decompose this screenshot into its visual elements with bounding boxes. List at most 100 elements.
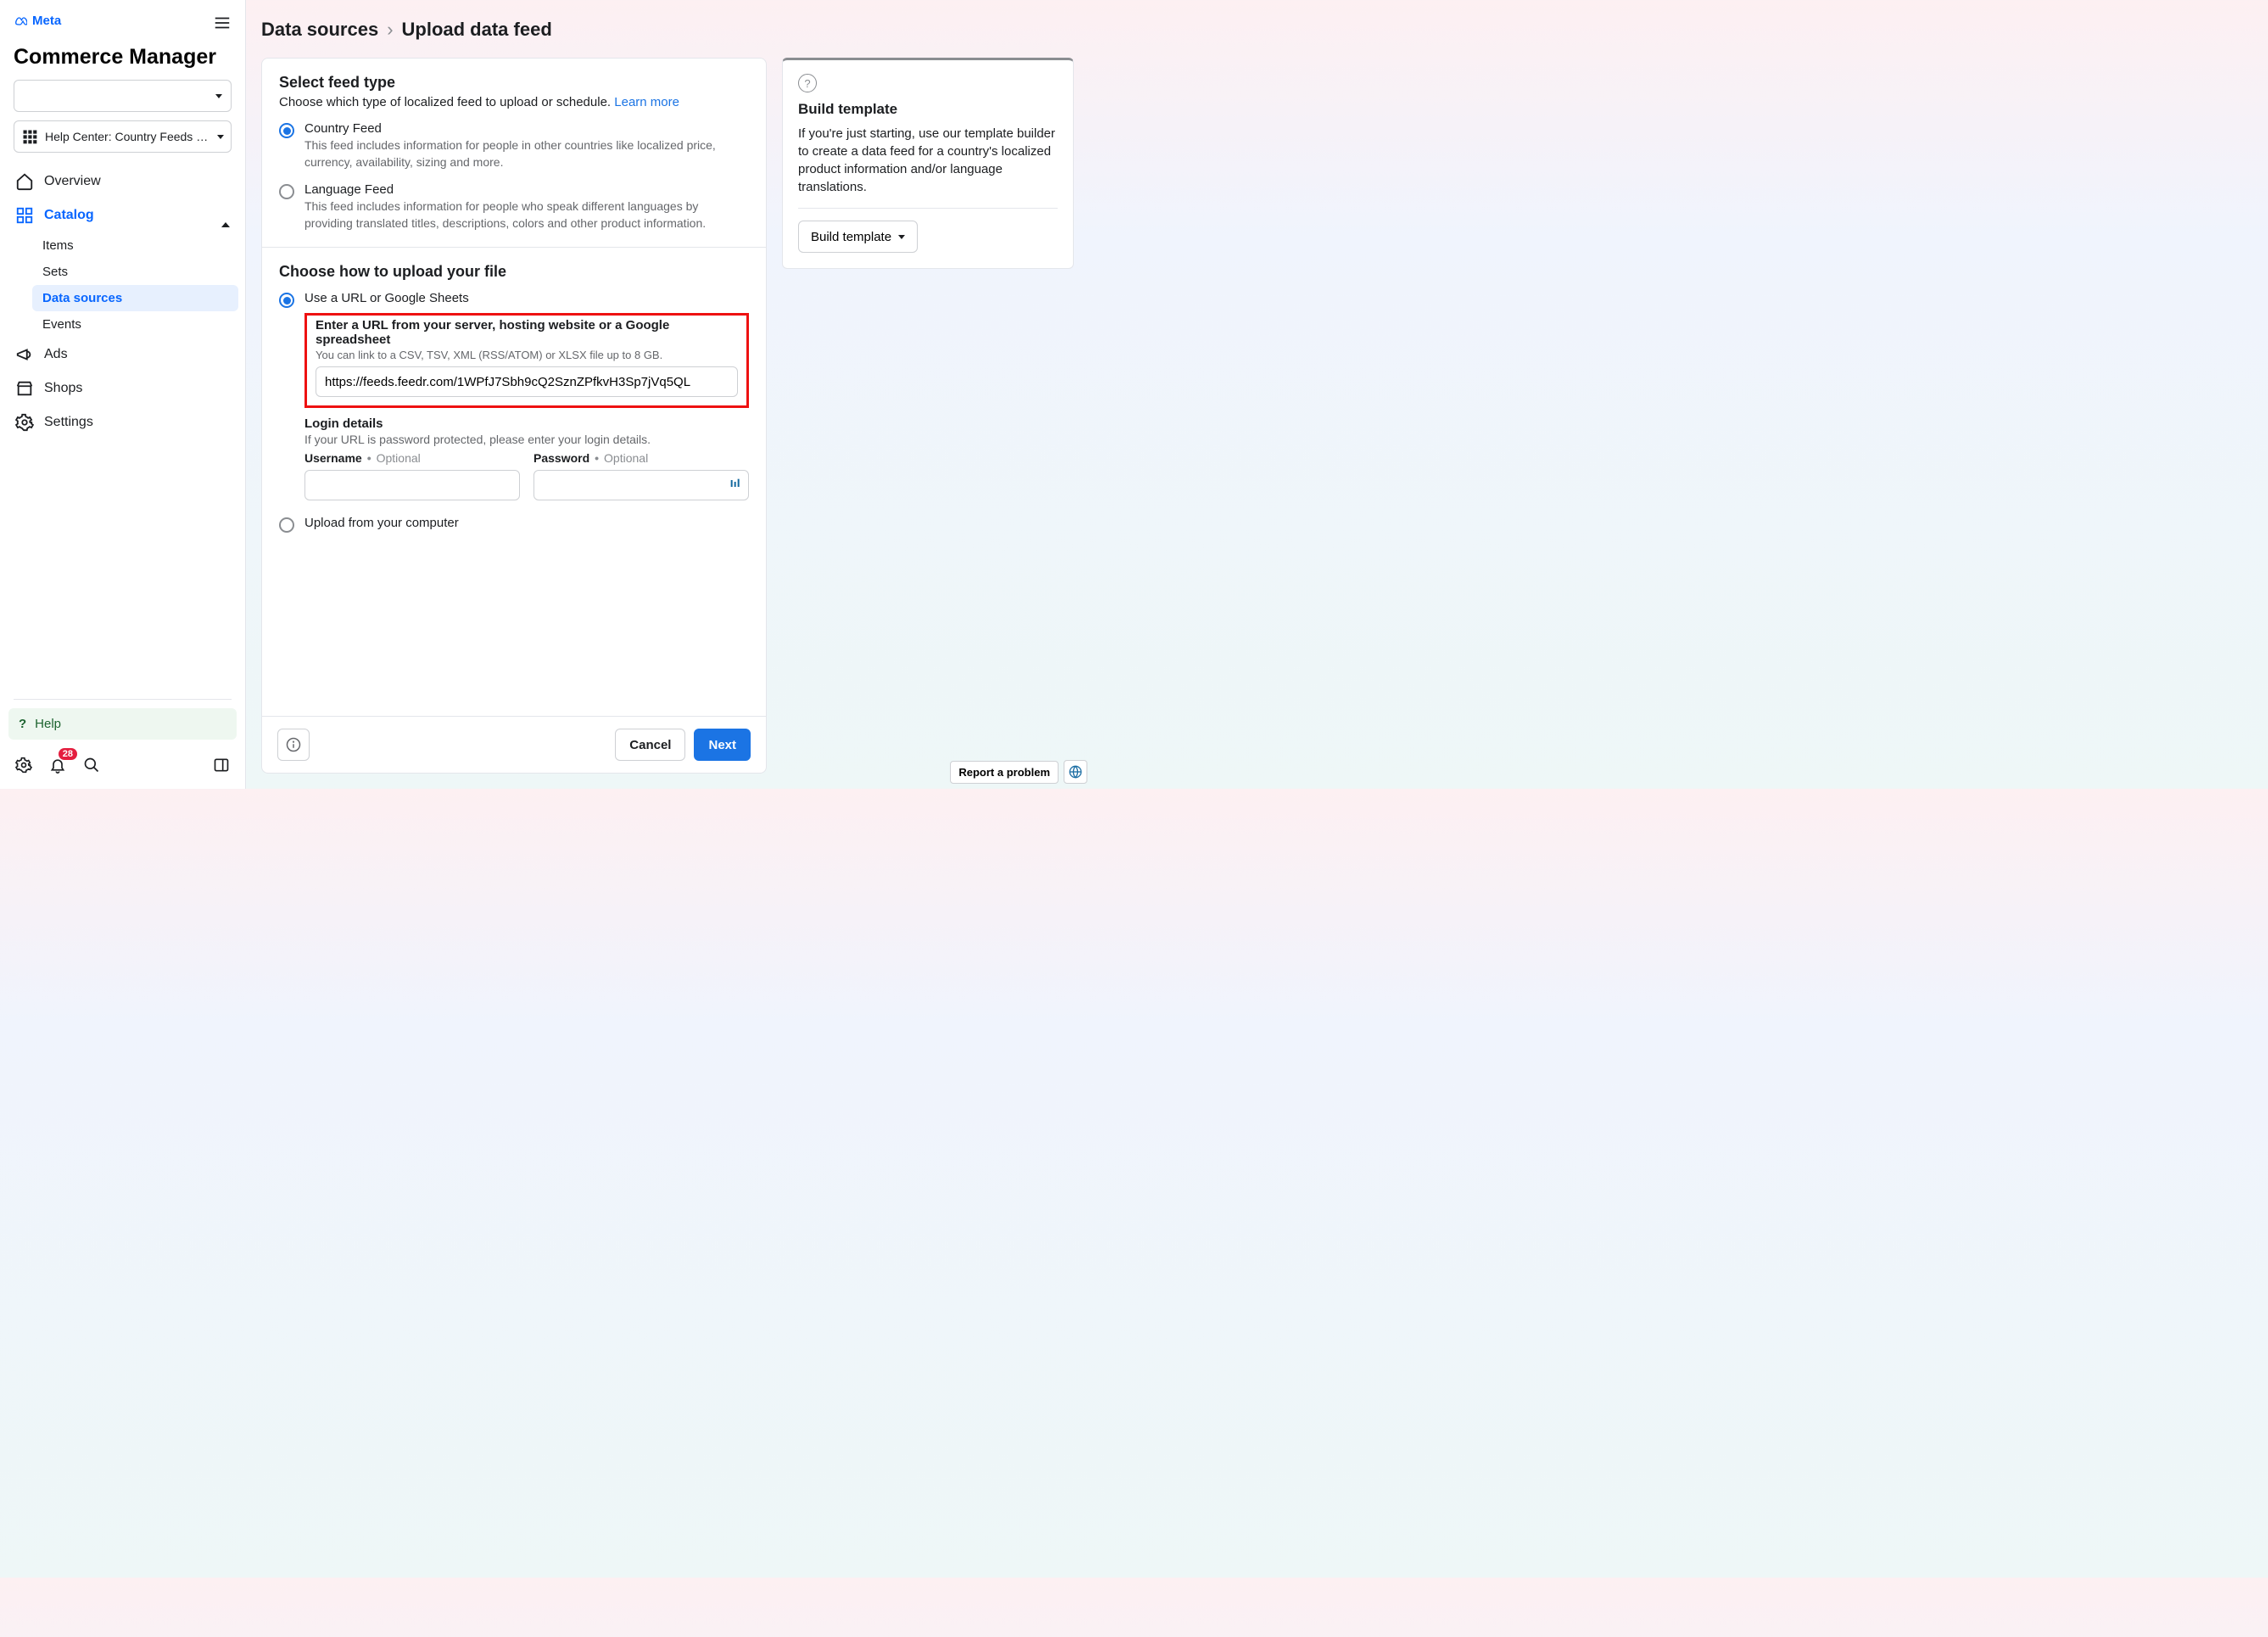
- radio-input[interactable]: [279, 123, 294, 138]
- build-template-button[interactable]: Build template: [798, 221, 918, 253]
- sidebar-item-ads[interactable]: Ads: [7, 338, 238, 372]
- breadcrumb-current: Upload data feed: [402, 19, 552, 41]
- sidebar-catalog-submenu: Items Sets Data sources Events: [7, 232, 238, 338]
- gear-icon: [15, 413, 34, 432]
- section-subtitle: Choose which type of localized feed to u…: [279, 95, 749, 109]
- radio-label: Language Feed: [304, 182, 749, 197]
- button-label: Build template: [811, 230, 891, 244]
- url-block-note: You can link to a CSV, TSV, XML (RSS/ATO…: [316, 349, 738, 361]
- main-area: Data sources › Upload data feed Select f…: [246, 0, 1092, 789]
- cancel-button[interactable]: Cancel: [615, 729, 685, 761]
- next-button[interactable]: Next: [694, 729, 751, 761]
- meta-logo: Meta: [14, 14, 61, 28]
- megaphone-icon: [15, 345, 34, 364]
- label-text: Username: [304, 451, 362, 465]
- settings-gear-icon[interactable]: [12, 753, 36, 777]
- sidebar-label: Ads: [44, 347, 68, 362]
- password-manager-icon[interactable]: [729, 477, 742, 493]
- url-entry-block: Enter a URL from your server, hosting we…: [304, 313, 749, 408]
- username-input[interactable]: [304, 470, 520, 500]
- globe-icon[interactable]: [1064, 760, 1087, 784]
- storefront-icon: [15, 379, 34, 398]
- choose-upload-section: Choose how to upload your file Use a URL…: [262, 247, 766, 548]
- help-circle-icon: ?: [798, 74, 817, 92]
- section-title: Choose how to upload your file: [279, 263, 749, 281]
- chevron-down-icon: [215, 94, 222, 98]
- chevron-down-icon: [217, 135, 224, 139]
- login-title: Login details: [304, 416, 749, 431]
- notifications-icon[interactable]: 28: [46, 753, 70, 777]
- sidebar-item-events[interactable]: Events: [32, 311, 238, 338]
- radio-label: Upload from your computer: [304, 516, 749, 530]
- upload-feed-card: Select feed type Choose which type of lo…: [261, 58, 767, 774]
- optional-text: Optional: [604, 451, 648, 465]
- meta-infinity-icon: [14, 14, 27, 28]
- radio-description: This feed includes information for peopl…: [304, 137, 749, 170]
- optional-text: Optional: [377, 451, 421, 465]
- url-block-title: Enter a URL from your server, hosting we…: [316, 318, 738, 347]
- section-subtitle-text: Choose which type of localized feed to u…: [279, 95, 611, 109]
- sidebar-label: Catalog: [44, 208, 94, 223]
- app-title: Commerce Manager: [0, 42, 245, 80]
- grid-icon: [21, 128, 38, 145]
- sidebar-item-catalog[interactable]: Catalog: [7, 198, 238, 232]
- radio-input[interactable]: [279, 517, 294, 533]
- sidebar-label: Shops: [44, 381, 82, 396]
- chevron-down-icon: [898, 235, 905, 239]
- username-label: Username • Optional: [304, 451, 520, 465]
- sidebar-item-overview[interactable]: Overview: [7, 165, 238, 198]
- aside-body: If you're just starting, use our templat…: [798, 125, 1058, 196]
- card-footer: Cancel Next: [262, 716, 766, 773]
- catalog-selector-label: Help Center: Country Feeds …: [45, 130, 210, 143]
- password-input[interactable]: [533, 470, 749, 500]
- sidebar-item-settings[interactable]: Settings: [7, 405, 238, 439]
- search-icon[interactable]: [80, 753, 103, 777]
- password-label: Password • Optional: [533, 451, 749, 465]
- help-label: Help: [35, 717, 61, 731]
- section-title: Select feed type: [279, 74, 749, 92]
- radio-language-feed[interactable]: Language Feed This feed includes informa…: [279, 182, 749, 232]
- aside-title: Build template: [798, 101, 1058, 118]
- hamburger-icon[interactable]: [213, 14, 232, 36]
- business-selector[interactable]: [14, 80, 232, 112]
- radio-description: This feed includes information for peopl…: [304, 198, 749, 232]
- breadcrumb: Data sources › Upload data feed: [261, 19, 552, 41]
- help-button[interactable]: ? Help: [8, 708, 237, 740]
- radio-input[interactable]: [279, 184, 294, 199]
- notifications-badge: 28: [59, 748, 77, 760]
- breadcrumb-root[interactable]: Data sources: [261, 19, 378, 41]
- radio-label: Country Feed: [304, 121, 749, 136]
- catalog-selector[interactable]: Help Center: Country Feeds …: [14, 120, 232, 153]
- build-template-card: ? Build template If you're just starting…: [782, 58, 1074, 269]
- question-icon: ?: [19, 717, 26, 731]
- learn-more-link[interactable]: Learn more: [614, 95, 679, 109]
- info-icon[interactable]: [277, 729, 310, 761]
- sidebar-label: Settings: [44, 415, 93, 430]
- panel-toggle-icon[interactable]: [209, 753, 233, 777]
- sidebar: Meta Commerce Manager Help Center: Count…: [0, 0, 246, 789]
- catalog-icon: [15, 206, 34, 225]
- feed-url-input[interactable]: [316, 366, 738, 397]
- radio-use-url[interactable]: Use a URL or Google Sheets: [279, 291, 749, 308]
- sidebar-item-shops[interactable]: Shops: [7, 372, 238, 405]
- home-icon: [15, 172, 34, 191]
- select-feed-type-section: Select feed type Choose which type of lo…: [262, 59, 766, 247]
- sidebar-item-items[interactable]: Items: [32, 232, 238, 259]
- login-note: If your URL is password protected, pleas…: [304, 433, 749, 446]
- radio-upload-computer[interactable]: Upload from your computer: [279, 516, 749, 533]
- report-problem-button[interactable]: Report a problem: [950, 761, 1059, 784]
- divider: [14, 699, 232, 700]
- sidebar-item-sets[interactable]: Sets: [32, 259, 238, 285]
- chevron-right-icon: ›: [387, 19, 393, 41]
- sidebar-label: Overview: [44, 174, 101, 189]
- login-details-block: Login details If your URL is password pr…: [304, 416, 749, 500]
- divider: [798, 208, 1058, 209]
- sidebar-footer: 28: [0, 748, 245, 789]
- radio-label: Use a URL or Google Sheets: [304, 291, 749, 305]
- radio-input[interactable]: [279, 293, 294, 308]
- sidebar-nav: Overview Catalog Items Sets Data sources…: [0, 165, 245, 699]
- chevron-up-icon: [221, 208, 230, 223]
- radio-country-feed[interactable]: Country Feed This feed includes informat…: [279, 121, 749, 170]
- sidebar-item-data-sources[interactable]: Data sources: [32, 285, 238, 311]
- bottom-right-toolbar: Report a problem: [950, 760, 1087, 784]
